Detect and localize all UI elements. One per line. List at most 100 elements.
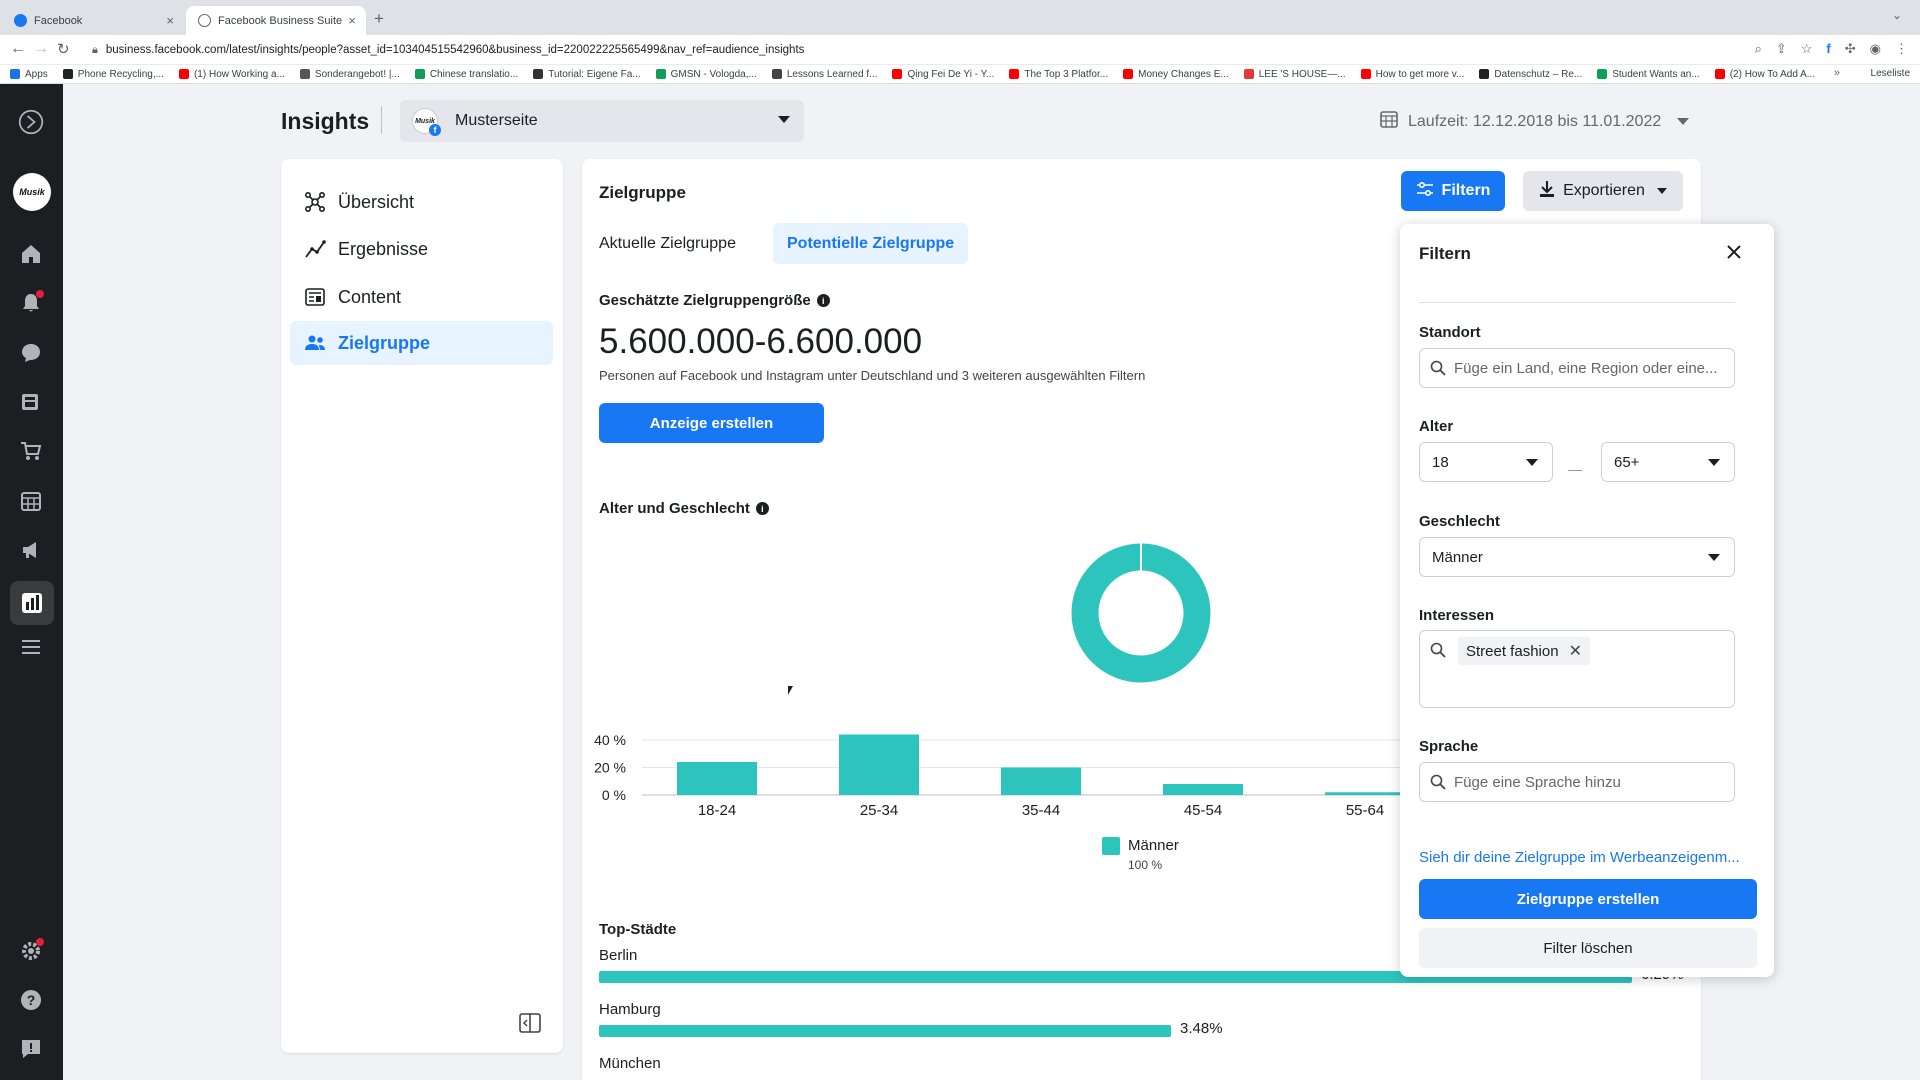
gender-select[interactable]: Männer	[1419, 537, 1735, 577]
bookmark-item[interactable]: Student Wants an...	[1597, 68, 1700, 80]
sidenav-item-uebersicht[interactable]: Übersicht	[290, 180, 553, 224]
business-suite-favicon-icon	[198, 14, 211, 27]
bookmark-item[interactable]: Sonderangebot! |...	[299, 69, 400, 80]
bookmark-item[interactable]: Datenschutz – Re...	[1479, 69, 1582, 80]
legend-series-name: Männer	[1128, 837, 1179, 854]
bookmark-favicon-icon	[655, 69, 666, 79]
insights-chart-icon[interactable]	[10, 581, 54, 625]
bookmark-item[interactable]: LEE 'S HOUSE—...	[1243, 69, 1346, 80]
city-name: München	[599, 1055, 661, 1072]
view-in-ads-manager-link[interactable]: Sieh dir deine Zielgruppe im Werbeanzeig…	[1419, 849, 1740, 866]
account-avatar[interactable]: Musik	[13, 173, 51, 211]
help-question-icon[interactable]: ?	[18, 987, 44, 1013]
all-tools-menu-icon[interactable]	[18, 634, 44, 660]
lock-icon: 🔒︎	[92, 43, 98, 56]
age-max-value: 65+	[1614, 453, 1640, 471]
sidenav-item-label: Zielgruppe	[338, 332, 431, 353]
facebook-extension-icon[interactable]: f	[1826, 41, 1830, 57]
mouse-cursor	[788, 686, 793, 695]
sidenav-item-zielgruppe[interactable]: Zielgruppe	[290, 321, 553, 365]
bookmark-item[interactable]: Phone Recycling,...	[62, 69, 164, 80]
reading-list[interactable]: Leseliste	[1871, 68, 1910, 79]
date-range-picker[interactable]: Laufzeit: 12.12.2018 bis 11.01.2022	[1380, 110, 1690, 133]
forward-arrow-icon[interactable]: →	[33, 40, 49, 58]
x-tick-label: 18-24	[698, 802, 736, 819]
interests-input[interactable]: Street fashion ✕	[1419, 630, 1735, 708]
feedback-report-icon[interactable]	[18, 1036, 44, 1062]
planner-calendar-icon[interactable]	[18, 488, 44, 514]
close-tab-icon[interactable]: ×	[166, 13, 174, 28]
location-search-input[interactable]: Füge ein Land, eine Region oder eine...	[1419, 348, 1735, 388]
trend-icon	[304, 238, 326, 260]
browser-tab-business-suite[interactable]: Facebook Business Suite ×	[186, 6, 366, 35]
remove-chip-icon[interactable]: ✕	[1569, 641, 1582, 661]
new-tab-icon[interactable]: +	[374, 9, 384, 29]
bookmark-apps[interactable]: Apps	[10, 69, 48, 80]
page-title: Insights	[281, 108, 370, 134]
bookmark-item[interactable]: Qing Fei De Yi - Y...	[892, 69, 994, 80]
commerce-cart-icon[interactable]	[18, 438, 44, 464]
close-icon[interactable]	[1722, 240, 1746, 264]
sidenav-item-label: Übersicht	[338, 191, 415, 212]
page-name: Musterseite	[455, 112, 538, 129]
apps-grid-icon	[10, 69, 20, 79]
global-left-nav: Musik ?	[0, 84, 63, 1080]
reload-icon[interactable]: ↻	[57, 40, 70, 58]
browser-tab-title: Facebook Business Suite	[218, 14, 343, 27]
settings-gear-icon[interactable]	[18, 938, 44, 964]
bookmark-item[interactable]: How to get more v...	[1360, 69, 1464, 80]
clear-filters-button[interactable]: Filter löschen	[1419, 928, 1757, 968]
notifications-bell-icon[interactable]	[18, 290, 44, 316]
search-icon	[1430, 774, 1446, 790]
business-suite-logo-icon[interactable]	[18, 109, 44, 135]
address-bar[interactable]: 🔒︎ business.facebook.com/latest/insights…	[92, 39, 1772, 61]
date-range-label: Laufzeit: 12.12.2018 bis 11.01.2022	[1408, 112, 1662, 130]
page-selector-dropdown[interactable]: Musik Musterseite	[400, 100, 804, 142]
browser-menu-icon[interactable]: ⋮	[1895, 41, 1908, 57]
bookmark-label: Qing Fei De Yi - Y...	[907, 68, 995, 80]
bookmark-item[interactable]: GMSN - Vologda,...	[655, 69, 757, 80]
sidenav-item-content[interactable]: Content	[290, 275, 553, 319]
inbox-chat-icon[interactable]	[18, 340, 44, 366]
zoom-icon[interactable]: ⌕	[1755, 41, 1762, 57]
share-icon[interactable]: ⇪	[1776, 41, 1787, 57]
x-tick-label: 55-64	[1346, 802, 1384, 819]
tab-search-chevron-icon[interactable]: ⌄	[1892, 8, 1902, 22]
bookmark-item[interactable]: Money Changes E...	[1123, 69, 1229, 80]
create-audience-button[interactable]: Zielgruppe erstellen	[1419, 879, 1757, 919]
sidenav-item-ergebnisse[interactable]: Ergebnisse	[290, 227, 553, 271]
home-icon[interactable]	[18, 241, 44, 267]
bookmark-favicon-icon	[892, 69, 903, 79]
bookmark-label: Lessons Learned f...	[786, 68, 878, 80]
back-arrow-icon[interactable]: ←	[10, 40, 26, 58]
ads-megaphone-icon[interactable]	[18, 537, 44, 563]
bookmark-favicon-icon	[1479, 69, 1490, 79]
caret-down-icon	[1526, 459, 1538, 466]
search-icon	[1430, 360, 1446, 376]
bookmark-label: (2) How To Add A...	[1729, 68, 1816, 80]
collapse-panel-icon[interactable]	[519, 1013, 541, 1038]
bookmark-star-icon[interactable]: ☆	[1801, 41, 1813, 57]
extensions-puzzle-icon[interactable]: ✣	[1845, 41, 1856, 57]
language-search-input[interactable]: Füge eine Sprache hinzu	[1419, 762, 1735, 802]
age-label: Alter	[1419, 418, 1454, 435]
legend-series-value: 100 %	[1128, 858, 1163, 872]
bookmark-label: Student Wants an...	[1612, 68, 1700, 80]
bookmark-favicon-icon	[1009, 69, 1020, 79]
more-bookmarks-icon[interactable]: »	[1834, 67, 1840, 79]
age-max-select[interactable]: 65+	[1601, 442, 1735, 482]
browser-tab-facebook[interactable]: Facebook ×	[2, 6, 184, 35]
bookmark-item[interactable]: The Top 3 Platfor...	[1009, 69, 1108, 80]
close-tab-icon[interactable]: ×	[348, 13, 356, 28]
posts-stories-icon[interactable]	[18, 389, 44, 415]
bookmark-item[interactable]: (1) How Working a...	[178, 69, 285, 80]
age-min-select[interactable]: 18	[1419, 442, 1553, 482]
bookmark-item[interactable]: Chinese translatio...	[414, 69, 518, 80]
legend-swatch	[1102, 837, 1120, 855]
bookmark-item[interactable]: Tutorial: Eigene Fa...	[533, 69, 641, 80]
profile-avatar-icon[interactable]: ◉	[1870, 41, 1881, 57]
bookmark-favicon-icon	[1360, 69, 1371, 79]
bookmark-item[interactable]: (2) How To Add A...	[1714, 68, 1816, 80]
svg-text:?: ?	[27, 992, 36, 1008]
bookmark-item[interactable]: Lessons Learned f...	[771, 68, 878, 80]
